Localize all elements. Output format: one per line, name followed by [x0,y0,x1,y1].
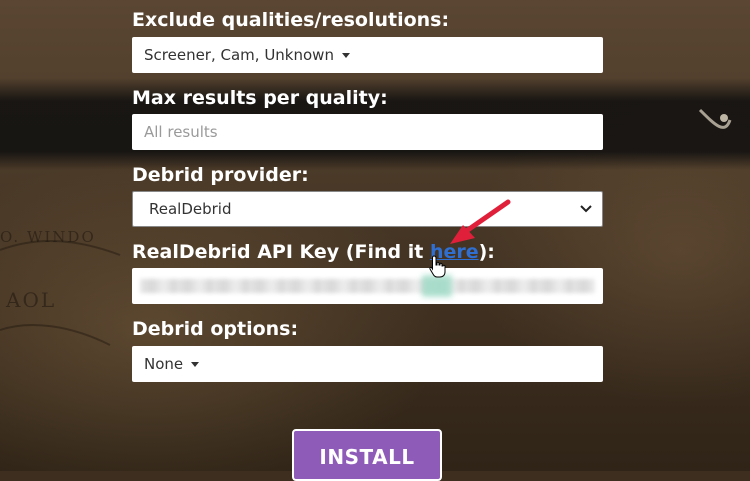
exclude-qualities-value: Screener, Cam, Unknown [144,46,334,64]
api-key-label-prefix: RealDebrid API Key (Find it [132,241,430,263]
api-key-input[interactable] [132,268,603,304]
map-label-windo: O. WINDO [0,228,96,246]
debrid-provider-select[interactable]: RealDebrid [132,191,603,227]
debrid-provider-label: Debrid provider: [132,164,309,186]
caret-down-icon [341,52,350,58]
caret-down-icon [191,361,200,367]
debrid-options-value: None [144,355,184,373]
max-results-label: Max results per quality: [132,87,388,109]
debrid-options-label: Debrid options: [132,318,299,340]
chevron-down-icon [580,202,592,216]
hand-pointer-icon [429,255,446,278]
max-results-input[interactable]: All results [132,114,603,150]
map-label-aol: AOL [6,288,57,312]
exclude-qualities-dropdown[interactable]: Screener, Cam, Unknown [132,37,603,73]
exclude-qualities-label: Exclude qualities/resolutions: [132,9,450,31]
install-button[interactable]: INSTALL [292,429,442,481]
debrid-provider-value: RealDebrid [149,200,232,218]
max-results-placeholder: All results [144,123,218,141]
debrid-options-dropdown[interactable]: None [132,346,603,382]
redacted-api-key [140,279,595,293]
api-key-label-suffix: ): [478,241,495,263]
